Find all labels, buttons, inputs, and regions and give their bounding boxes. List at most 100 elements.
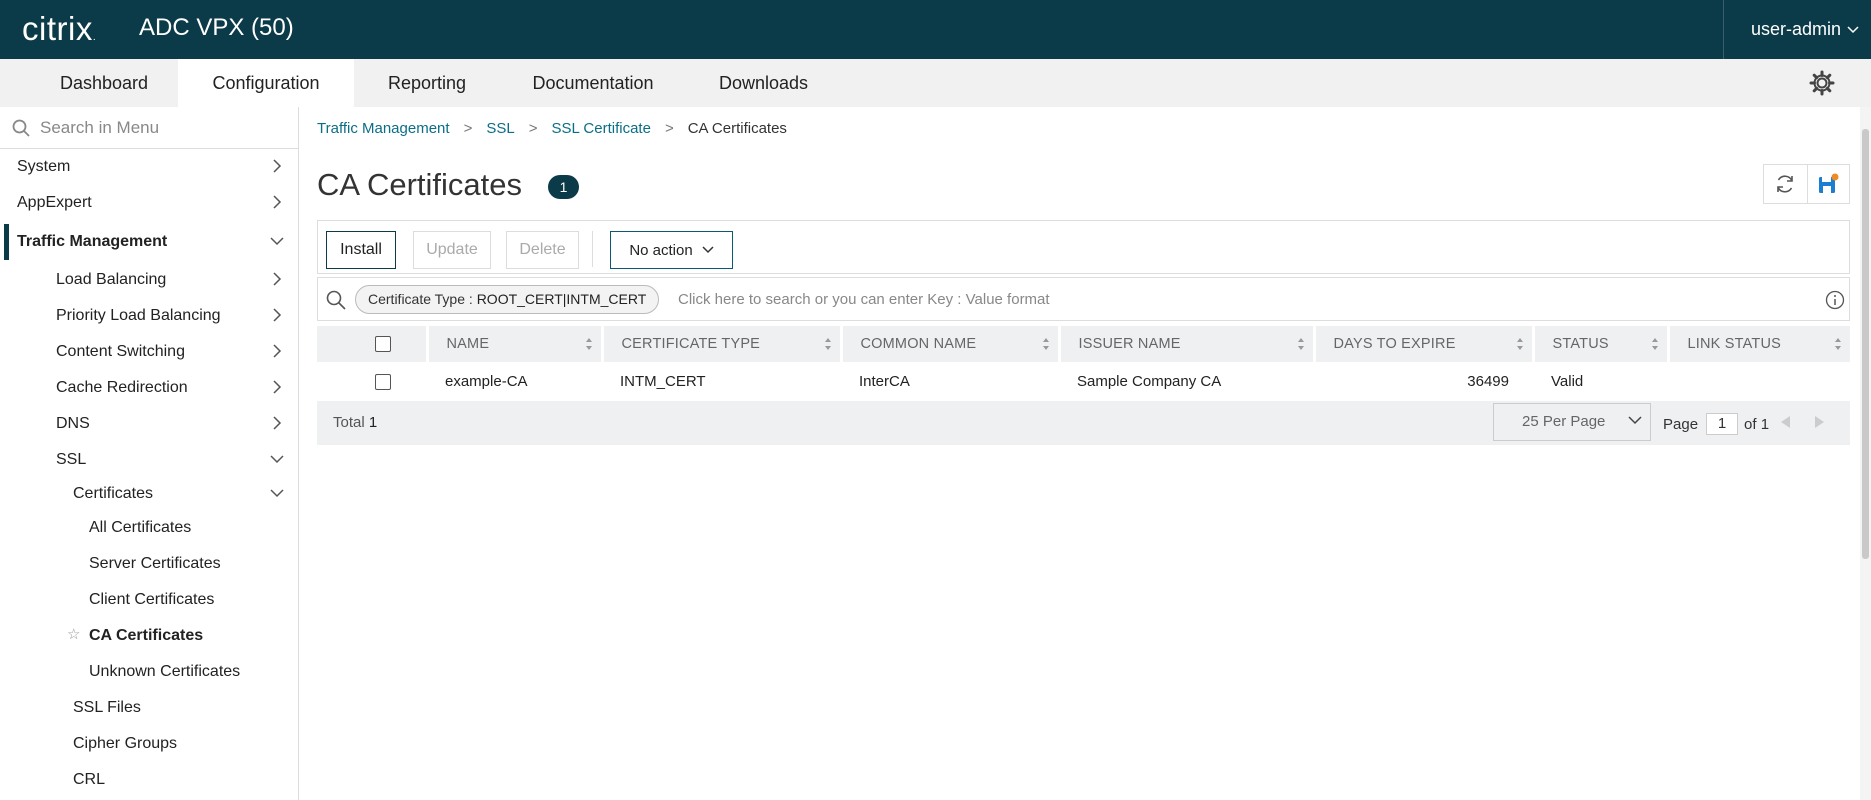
pagination: Page 1 of 1 (1663, 413, 1769, 435)
sidebar-item-traffic-management[interactable]: Traffic Management (0, 224, 298, 260)
sidebar-item-label: DNS (56, 415, 90, 432)
tab-downloads[interactable]: Downloads (686, 59, 841, 107)
cell-days-to-expire: 36499 (1467, 372, 1509, 390)
sidebar-item-certificates[interactable]: Certificates (0, 476, 298, 512)
row-checkbox[interactable] (375, 373, 391, 390)
page-number-input[interactable]: 1 (1706, 413, 1739, 435)
sidebar-item-ssl-files[interactable]: SSL Files (0, 690, 298, 726)
next-page-icon[interactable] (1814, 415, 1826, 429)
table-row[interactable]: example-CA INTM_CERT InterCA Sample Comp… (317, 362, 1850, 400)
filter-input-placeholder[interactable]: Click here to search or you can enter Ke… (678, 291, 1050, 308)
citrix-logo[interactable]: citrix. (22, 10, 96, 48)
sidebar-item-crl[interactable]: CRL (0, 762, 298, 798)
previous-page-icon[interactable] (1779, 415, 1791, 429)
chevron-right-icon (273, 308, 282, 322)
save-icon (1819, 173, 1839, 193)
main-content: Traffic Management > SSL > SSL Certifica… (300, 107, 1860, 800)
tab-configuration[interactable]: Configuration (178, 59, 354, 107)
column-header-label: CERTIFICATE TYPE (621, 336, 761, 352)
favorite-star-icon[interactable]: ☆ (67, 625, 80, 643)
install-button[interactable]: Install (326, 231, 396, 269)
save-config-button[interactable] (1806, 165, 1850, 203)
sidebar-item-dns[interactable]: DNS (0, 406, 298, 442)
sidebar-item-ssl[interactable]: SSL (0, 442, 298, 478)
info-icon[interactable] (1825, 290, 1845, 310)
action-toolbar: Install Update Delete No action (317, 220, 1850, 274)
sidebar-item-appexpert[interactable]: AppExpert (0, 185, 298, 221)
filter-chip-value: ROOT_CERT|INTM_CERT (476, 291, 647, 307)
chevron-down-icon (270, 237, 284, 246)
sidebar-item-label: SSL (56, 451, 87, 468)
column-header-label: COMMON NAME (860, 336, 977, 352)
sidebar-item-label: Certificates (73, 485, 154, 502)
filter-chip-key: Certificate Type : (368, 291, 477, 307)
username: user-admin (1751, 19, 1842, 39)
tab-reporting[interactable]: Reporting (354, 59, 500, 107)
column-header-status[interactable]: STATUS (1533, 326, 1670, 362)
column-header-issuer-name[interactable]: ISSUER NAME (1059, 326, 1316, 362)
column-header-link-status[interactable]: LINK STATUS (1668, 326, 1850, 362)
action-select-value: No action (629, 241, 693, 259)
select-all-header (317, 326, 429, 362)
column-header-common-name[interactable]: COMMON NAME (841, 326, 1061, 362)
select-all-checkbox[interactable] (375, 336, 391, 353)
sidebar-item-server-certificates[interactable]: Server Certificates (0, 546, 298, 582)
column-header-label: DAYS TO EXPIRE (1333, 336, 1456, 352)
column-header-name[interactable]: NAME (427, 326, 604, 362)
sidebar-item-label: Cache Redirection (56, 379, 188, 396)
refresh-button[interactable] (1764, 165, 1807, 203)
sidebar-item-cipher-groups[interactable]: Cipher Groups (0, 726, 298, 762)
breadcrumb-ssl[interactable]: SSL (486, 120, 514, 137)
chevron-down-icon (270, 455, 284, 464)
breadcrumb-current: CA Certificates (687, 120, 787, 137)
user-menu[interactable]: user-admin (1723, 0, 1871, 59)
sidebar-item-unknown-certificates[interactable]: Unknown Certificates (0, 654, 298, 690)
sidebar-item-load-balancing[interactable]: Load Balancing (0, 262, 298, 298)
sidebar-item-ca-certificates[interactable]: ☆ CA Certificates (0, 618, 298, 654)
sort-icon (585, 338, 592, 350)
sort-icon (824, 338, 831, 350)
column-header-certificate-type[interactable]: CERTIFICATE TYPE (602, 326, 843, 362)
sidebar-item-client-certificates[interactable]: Client Certificates (0, 582, 298, 618)
filter-search-bar[interactable]: Certificate Type : ROOT_CERT|INTM_CERT C… (317, 277, 1850, 321)
breadcrumb-separator-icon: > (463, 120, 473, 137)
chevron-right-icon (273, 159, 282, 173)
breadcrumb-separator-icon: > (528, 120, 538, 137)
cell-link-status (1668, 362, 1850, 400)
chevron-down-icon (270, 489, 284, 498)
tab-documentation[interactable]: Documentation (500, 59, 686, 107)
sort-icon (1651, 338, 1658, 350)
app-title: ADC VPX (50) (139, 14, 294, 41)
cell-certificate-type: INTM_CERT (620, 372, 706, 390)
breadcrumb-ssl-certificate[interactable]: SSL Certificate (551, 120, 651, 137)
breadcrumb: Traffic Management > SSL > SSL Certifica… (317, 120, 787, 137)
breadcrumb-traffic-management[interactable]: Traffic Management (317, 120, 450, 137)
sidebar-item-priority-load-balancing[interactable]: Priority Load Balancing (0, 298, 298, 334)
page-scrollbar[interactable] (1860, 107, 1871, 800)
sidebar-item-label: Cipher Groups (73, 735, 178, 752)
refresh-icon (1777, 175, 1794, 193)
tab-dashboard[interactable]: Dashboard (30, 59, 178, 107)
sidebar-item-all-certificates[interactable]: All Certificates (0, 510, 298, 546)
column-header-label: ISSUER NAME (1078, 336, 1181, 352)
per-page-select[interactable]: 25 Per Page (1493, 403, 1651, 441)
sidebar-item-label: Priority Load Balancing (56, 307, 221, 324)
sidebar-item-label: Traffic Management (17, 233, 168, 250)
sidebar-item-cache-redirection[interactable]: Cache Redirection (0, 370, 298, 406)
action-select[interactable]: No action (610, 231, 733, 269)
navigation-sidebar: Search in Menu System AppExpert Traffic … (0, 107, 299, 800)
column-header-days-to-expire[interactable]: DAYS TO EXPIRE (1314, 326, 1535, 362)
menu-search-input[interactable]: Search in Menu (0, 107, 298, 149)
page-title: CA Certificates (317, 167, 523, 202)
sidebar-item-system[interactable]: System (0, 149, 298, 185)
cell-common-name: InterCA (859, 372, 910, 390)
chevron-right-icon (273, 344, 282, 358)
delete-button[interactable]: Delete (506, 231, 579, 269)
chevron-right-icon (273, 380, 282, 394)
update-button[interactable]: Update (413, 231, 491, 269)
chevron-down-icon (702, 246, 714, 254)
settings-gear-icon[interactable] (1809, 70, 1835, 96)
filter-chip-certificate-type[interactable]: Certificate Type : ROOT_CERT|INTM_CERT (355, 285, 660, 314)
sidebar-item-content-switching[interactable]: Content Switching (0, 334, 298, 370)
scrollbar-thumb[interactable] (1862, 129, 1869, 559)
